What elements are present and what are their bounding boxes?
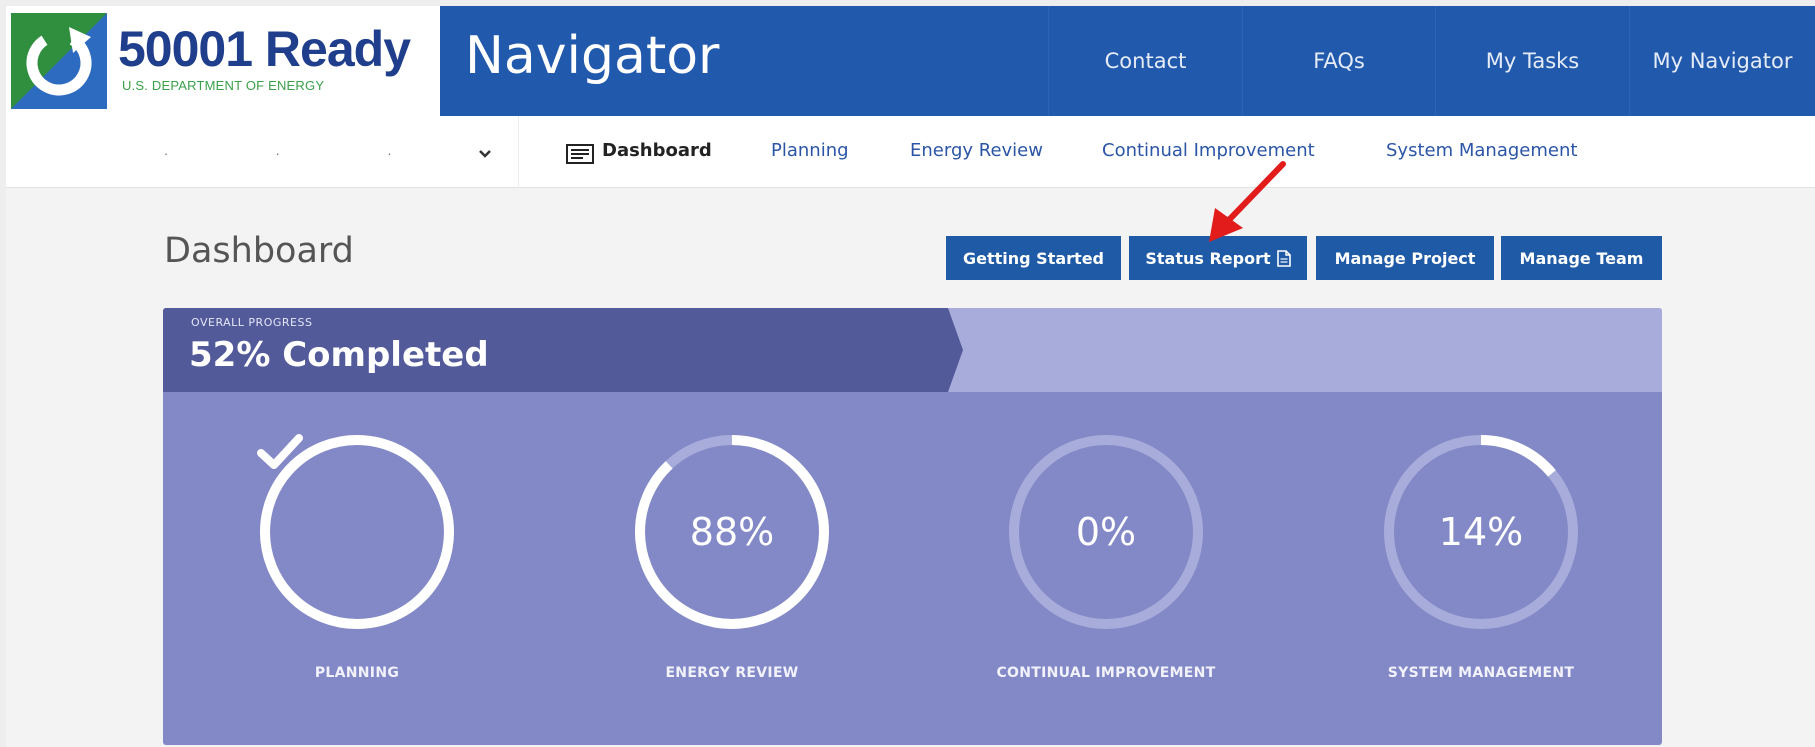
document-icon <box>1276 249 1291 267</box>
app-window: 50001 Ready U.S. DEPARTMENT OF ENERGY Na… <box>6 6 1815 747</box>
tab-dashboard[interactable]: Dashboard <box>602 140 712 161</box>
checkmark-icon <box>257 434 303 469</box>
top-nav: Contact FAQs My Tasks My Navigator <box>1048 6 1815 116</box>
planning-value-wrap <box>257 432 457 632</box>
continual-improvement-gauge[interactable]: 0% <box>1006 432 1206 632</box>
energy-review-gauge[interactable]: 88% <box>632 432 832 632</box>
continual-improvement-value: 0% <box>1075 510 1137 554</box>
nav-my-navigator[interactable]: My Navigator <box>1629 6 1815 116</box>
app-title: Navigator <box>465 26 720 86</box>
energy-review-label: ENERGY REVIEW <box>665 665 799 681</box>
nav-faqs[interactable]: FAQs <box>1242 6 1435 116</box>
manage-team-button[interactable]: Manage Team <box>1501 236 1662 280</box>
refresh-arrow-icon <box>11 13 107 109</box>
system-management-gauge[interactable]: 14% <box>1381 432 1581 632</box>
getting-started-label: Getting Started <box>963 248 1104 268</box>
tab-energy-review[interactable]: Energy Review <box>910 140 1043 161</box>
progress-header: OVERALL PROGRESS 52% Completed <box>163 308 1662 392</box>
system-management-value: 14% <box>1438 510 1524 554</box>
system-management-label: SYSTEM MANAGEMENT <box>1387 665 1575 681</box>
brand-logo[interactable]: 50001 Ready U.S. DEPARTMENT OF ENERGY <box>6 6 440 116</box>
progress-card: OVERALL PROGRESS 52% Completed PLANNING … <box>163 308 1662 745</box>
section-nav: . . . Dashboard Planning Energy Review C… <box>6 116 1815 188</box>
planning-gauge[interactable] <box>257 432 457 632</box>
continual-improvement-label: CONTINUAL IMPROVEMENT <box>996 665 1216 681</box>
manage-team-label: Manage Team <box>1519 248 1644 268</box>
project-name: . . . <box>164 142 444 158</box>
getting-started-button[interactable]: Getting Started <box>946 236 1121 280</box>
dashboard-icon <box>566 144 594 164</box>
nav-contact[interactable]: Contact <box>1048 6 1242 116</box>
status-report-label: Status Report <box>1145 248 1271 268</box>
overall-progress-label: OVERALL PROGRESS <box>191 316 313 329</box>
brand-subtitle: U.S. DEPARTMENT OF ENERGY <box>122 78 325 93</box>
manage-project-button[interactable]: Manage Project <box>1316 236 1494 280</box>
nav-my-tasks[interactable]: My Tasks <box>1435 6 1629 116</box>
manage-project-label: Manage Project <box>1334 248 1476 268</box>
tab-planning[interactable]: Planning <box>771 140 849 161</box>
brand-name: 50001 Ready <box>118 21 411 77</box>
overall-progress-value: 52% Completed <box>189 335 489 375</box>
top-header: 50001 Ready U.S. DEPARTMENT OF ENERGY Na… <box>6 6 1815 116</box>
tab-system-management[interactable]: System Management <box>1386 140 1577 161</box>
project-select[interactable]: . . . <box>156 116 526 188</box>
red-arrow-icon <box>1209 161 1286 242</box>
page-title: Dashboard <box>164 231 354 271</box>
divider <box>518 116 519 188</box>
chevron-down-icon <box>479 150 491 158</box>
planning-label: PLANNING <box>314 665 400 681</box>
energy-review-value: 88% <box>689 510 775 554</box>
